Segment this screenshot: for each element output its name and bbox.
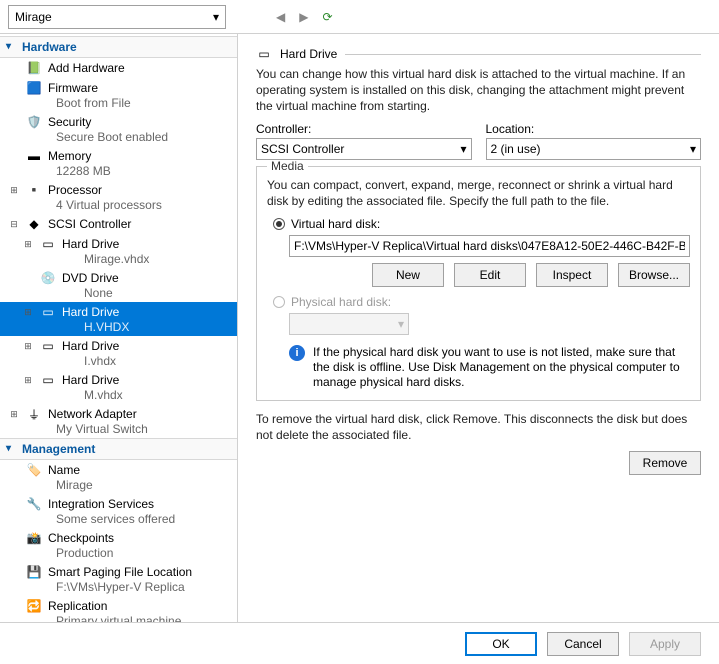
replication-icon: 🔁 bbox=[26, 598, 42, 614]
sidebar-item-processor[interactable]: ⊞▪️Processor 4 Virtual processors bbox=[0, 180, 237, 214]
name-icon: 🏷️ bbox=[26, 462, 42, 478]
cancel-button[interactable]: Cancel bbox=[547, 632, 619, 656]
divider bbox=[345, 54, 701, 55]
sidebar-item-smartpaging[interactable]: +💾Smart Paging File Location F:\VMs\Hype… bbox=[0, 562, 237, 596]
sidebar-item-scsi[interactable]: ⊟◆SCSI Controller bbox=[0, 214, 237, 234]
sidebar-item-security[interactable]: +🛡️Security Secure Boot enabled bbox=[0, 112, 237, 146]
sidebar-item-replication[interactable]: +🔁Replication Primary virtual machine bbox=[0, 596, 237, 622]
new-button[interactable]: New bbox=[372, 263, 444, 287]
expand-icon[interactable]: ⊞ bbox=[22, 375, 34, 386]
inspect-button[interactable]: Inspect bbox=[536, 263, 608, 287]
integration-icon: 🔧 bbox=[26, 496, 42, 512]
sidebar-item-network[interactable]: ⊞⏚Network Adapter My Virtual Switch bbox=[0, 404, 237, 438]
firmware-icon: 🟦 bbox=[26, 80, 42, 96]
vm-name: Mirage bbox=[15, 10, 52, 24]
media-group: Media You can compact, convert, expand, … bbox=[256, 166, 701, 401]
chevron-down-icon: ▾ bbox=[398, 317, 404, 331]
browse-button[interactable]: Browse... bbox=[618, 263, 690, 287]
sidebar-item-memory[interactable]: +▬Memory 12288 MB bbox=[0, 146, 237, 180]
back-icon[interactable]: ◀ bbox=[276, 10, 285, 24]
radio-icon bbox=[273, 296, 285, 308]
sidebar-item-integration[interactable]: +🔧Integration Services Some services off… bbox=[0, 494, 237, 528]
physical-radio: Physical hard disk: bbox=[273, 295, 690, 309]
shield-icon: 🛡️ bbox=[26, 114, 42, 130]
section-management[interactable]: Management bbox=[0, 438, 237, 460]
intro-text: You can change how this virtual hard dis… bbox=[256, 66, 701, 114]
edit-button[interactable]: Edit bbox=[454, 263, 526, 287]
sidebar: Hardware +📗Add Hardware +🟦Firmware Boot … bbox=[0, 34, 238, 622]
refresh-icon[interactable]: ⟳ bbox=[322, 10, 332, 24]
network-icon: ⏚ bbox=[26, 406, 42, 422]
radio-icon bbox=[273, 218, 285, 230]
location-label: Location: bbox=[486, 122, 702, 136]
cpu-icon: ▪️ bbox=[26, 182, 42, 198]
memory-icon: ▬ bbox=[26, 148, 42, 164]
sidebar-item-hd3[interactable]: ⊞▭Hard Drive I.vhdx bbox=[0, 336, 237, 370]
dvd-icon: 💿 bbox=[40, 270, 56, 286]
page-title: Hard Drive bbox=[280, 47, 337, 61]
media-desc: You can compact, convert, expand, merge,… bbox=[267, 177, 690, 209]
section-hardware[interactable]: Hardware bbox=[0, 36, 237, 58]
physical-disk-select: ▾ bbox=[289, 313, 409, 335]
info-icon: i bbox=[289, 345, 305, 361]
sidebar-item-add-hardware[interactable]: +📗Add Hardware bbox=[0, 58, 237, 78]
footer: OK Cancel Apply bbox=[0, 622, 719, 664]
sidebar-item-hd1[interactable]: ⊞▭Hard Drive Mirage.vhdx bbox=[0, 234, 237, 268]
chevron-down-icon: ▾ bbox=[690, 142, 696, 156]
vm-selector[interactable]: Mirage ▾ bbox=[8, 5, 226, 29]
vhd-path-input[interactable] bbox=[289, 235, 690, 257]
expand-icon[interactable]: ⊞ bbox=[8, 185, 20, 196]
nav-icons: ◀ ▶ ⟳ bbox=[276, 10, 333, 24]
ok-button[interactable]: OK bbox=[465, 632, 537, 656]
sidebar-item-firmware[interactable]: +🟦Firmware Boot from File bbox=[0, 78, 237, 112]
disk-icon: ▭ bbox=[256, 46, 272, 62]
physical-info-text: If the physical hard disk you want to us… bbox=[313, 345, 690, 390]
paging-icon: 💾 bbox=[26, 564, 42, 580]
disk-icon: ▭ bbox=[40, 372, 56, 388]
sidebar-item-hd4[interactable]: ⊞▭Hard Drive M.vhdx bbox=[0, 370, 237, 404]
remove-desc: To remove the virtual hard disk, click R… bbox=[256, 411, 701, 443]
content-pane: ▭ Hard Drive You can change how this vir… bbox=[238, 34, 719, 622]
expand-icon[interactable]: ⊞ bbox=[22, 307, 34, 318]
disk-icon: ▭ bbox=[40, 304, 56, 320]
expand-icon[interactable]: ⊞ bbox=[8, 409, 20, 420]
remove-button[interactable]: Remove bbox=[629, 451, 701, 475]
sidebar-item-hd2[interactable]: ⊞▭Hard Drive H.VHDX bbox=[0, 302, 237, 336]
sidebar-item-checkpoints[interactable]: +📸Checkpoints Production bbox=[0, 528, 237, 562]
controller-icon: ◆ bbox=[26, 216, 42, 232]
collapse-icon[interactable]: ⊟ bbox=[8, 219, 20, 230]
apply-button: Apply bbox=[629, 632, 701, 656]
expand-icon[interactable]: ⊞ bbox=[22, 239, 34, 250]
vhd-radio[interactable]: Virtual hard disk: bbox=[273, 217, 690, 231]
disk-icon: ▭ bbox=[40, 236, 56, 252]
media-legend: Media bbox=[267, 159, 308, 173]
controller-select[interactable]: SCSI Controller▾ bbox=[256, 138, 472, 160]
chevron-down-icon: ▾ bbox=[460, 142, 466, 156]
location-select[interactable]: 2 (in use)▾ bbox=[486, 138, 702, 160]
sidebar-item-name[interactable]: +🏷️Name Mirage bbox=[0, 460, 237, 494]
sidebar-item-dvd[interactable]: +💿DVD Drive None bbox=[0, 268, 237, 302]
controller-label: Controller: bbox=[256, 122, 472, 136]
checkpoint-icon: 📸 bbox=[26, 530, 42, 546]
expand-icon[interactable]: ⊞ bbox=[22, 341, 34, 352]
add-hardware-icon: 📗 bbox=[26, 60, 42, 76]
chevron-down-icon: ▾ bbox=[213, 10, 219, 24]
topbar: Mirage ▾ ◀ ▶ ⟳ bbox=[0, 0, 719, 34]
disk-icon: ▭ bbox=[40, 338, 56, 354]
forward-icon[interactable]: ▶ bbox=[299, 10, 308, 24]
